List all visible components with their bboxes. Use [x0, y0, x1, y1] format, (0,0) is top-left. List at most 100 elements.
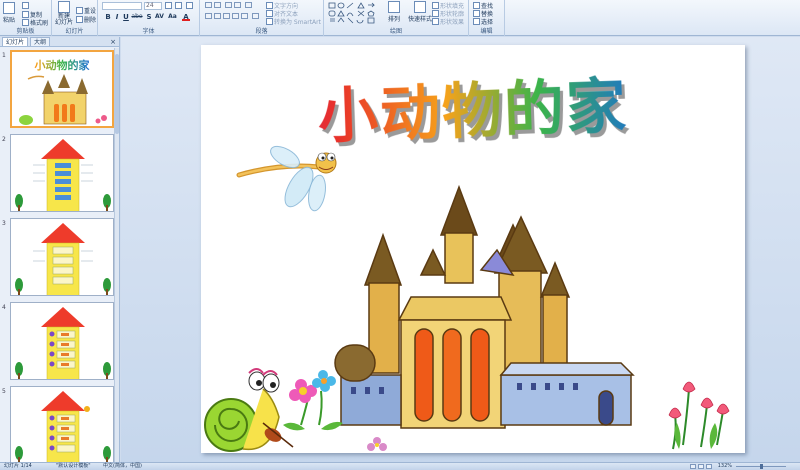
- effects-icon: [432, 18, 439, 25]
- slide-editing-area: 小动物的家: [121, 37, 800, 462]
- delete-icon: [76, 16, 83, 23]
- thumb-number: 2: [2, 136, 6, 143]
- font-color-button[interactable]: A: [182, 13, 190, 21]
- bold-button[interactable]: B: [104, 13, 112, 21]
- shrink-font-button[interactable]: [175, 2, 182, 9]
- view-buttons: [690, 464, 712, 469]
- grow-font-icon: [165, 2, 172, 9]
- new-slide-icon: [58, 1, 70, 13]
- columns-icon[interactable]: [252, 13, 259, 19]
- slide-thumb-4[interactable]: [10, 302, 114, 380]
- new-slide-button[interactable]: 新建 幻灯片: [55, 1, 73, 26]
- paragraph-group-label: 段落: [255, 28, 268, 35]
- text-direction-icon: [266, 2, 273, 9]
- arrange-button[interactable]: 排列: [388, 1, 400, 23]
- ribbon: 粘贴 复制 格式刷 剪贴板 新建 幻灯片 重设 删除 幻灯片 24 B I U: [0, 0, 800, 36]
- close-icon[interactable]: ×: [110, 38, 116, 46]
- font-group-label: 字体: [142, 28, 155, 35]
- thumb-number: 5: [2, 388, 6, 395]
- slides-panel: 幻灯片 大纲 × 1 小动物的家 2 3 4 5: [0, 37, 120, 462]
- shadow-button[interactable]: S: [145, 13, 153, 21]
- distribute-icon[interactable]: [241, 13, 248, 19]
- zoom-level[interactable]: 132%: [718, 463, 732, 470]
- underline-button[interactable]: U: [122, 13, 130, 21]
- theme-name: "默认设计模板": [56, 463, 91, 469]
- quick-styles-button[interactable]: 快速样式: [408, 1, 432, 23]
- slide-thumbnails: 1 小动物的家 2 3 4 5: [0, 48, 120, 462]
- status-bar: 幻灯片 1/14 "默认设计模板" 中文(简体，中国) 132%: [0, 462, 800, 470]
- font-size-combo[interactable]: 24: [144, 2, 162, 10]
- align-center-icon[interactable]: [214, 13, 221, 19]
- font-group: 24 B I U abe S AV Aa A 字体: [98, 0, 200, 36]
- shrink-font-icon: [175, 2, 182, 9]
- decrease-indent-icon[interactable]: [225, 2, 232, 8]
- slide-illustration: [204, 145, 730, 452]
- slideshow-button[interactable]: [706, 464, 712, 469]
- scissors-icon: [22, 2, 29, 9]
- strikethrough-button[interactable]: abe: [131, 13, 143, 21]
- font-name-combo[interactable]: [102, 2, 142, 10]
- house-animals-thumb-illustration: [15, 307, 111, 379]
- align-text-icon: [266, 10, 273, 17]
- slide-thumb-1[interactable]: 小动物的家: [10, 50, 114, 128]
- zoom-slider-knob[interactable]: [760, 464, 763, 469]
- quick-styles-icon: [414, 1, 426, 13]
- thumb-number: 3: [2, 220, 6, 227]
- change-case-button[interactable]: Aa: [167, 13, 178, 21]
- slide-sorter-button[interactable]: [698, 464, 704, 469]
- shape-effects-button[interactable]: 形状效果: [432, 17, 464, 26]
- castle-thumb-illustration: [19, 74, 107, 125]
- eraser-icon: [186, 2, 193, 9]
- slides-group-label: 幻灯片: [65, 28, 84, 35]
- house-animals-thumb-illustration-2: [15, 391, 111, 462]
- convert-smartart-button[interactable]: 转换为 SmartArt: [266, 17, 321, 26]
- increase-indent-icon[interactable]: [234, 2, 241, 8]
- line-spacing-icon[interactable]: [245, 2, 252, 8]
- clipboard-group: 粘贴 复制 格式刷 剪贴板: [0, 0, 52, 36]
- tulips-illustration: [668, 381, 730, 450]
- thumbnails-scrollbar[interactable]: [114, 48, 119, 462]
- replace-icon: [473, 10, 480, 17]
- clear-format-button[interactable]: [186, 2, 193, 9]
- tab-slides[interactable]: 幻灯片: [2, 37, 29, 46]
- shapes-gallery-icon[interactable]: [328, 2, 384, 24]
- paste-button[interactable]: 粘贴: [3, 2, 15, 24]
- normal-view-button[interactable]: [690, 464, 696, 469]
- scrollbar-thumb[interactable]: [115, 54, 119, 134]
- zoom-slider[interactable]: [736, 464, 786, 469]
- numbering-icon[interactable]: [214, 2, 221, 8]
- reset-icon: [76, 7, 83, 14]
- editing-group-label: 编辑: [480, 28, 493, 35]
- drawing-group-label: 绘图: [389, 28, 402, 35]
- italic-button[interactable]: I: [113, 13, 121, 21]
- slide-thumb-2[interactable]: [10, 134, 114, 212]
- select-button[interactable]: 选择: [473, 17, 493, 26]
- align-left-icon[interactable]: [205, 13, 212, 19]
- align-right-icon[interactable]: [223, 13, 230, 19]
- slide-thumb-5[interactable]: [10, 386, 114, 462]
- castle-illustration: [334, 184, 635, 429]
- house-empty-thumb-illustration: [15, 223, 111, 295]
- reset-slide-button[interactable]: 重设: [76, 6, 96, 15]
- paragraph-group: 文字方向 对齐文本 转换为 SmartArt 段落: [200, 0, 324, 36]
- delete-slide-button[interactable]: 删除: [76, 15, 96, 24]
- slide-thumb-3[interactable]: [10, 218, 114, 296]
- bullets-icon[interactable]: [205, 2, 212, 8]
- tab-outline[interactable]: 大纲: [30, 37, 51, 46]
- fill-icon: [432, 2, 439, 9]
- justify-icon[interactable]: [232, 13, 239, 19]
- thumb-number: 1: [2, 52, 6, 59]
- char-spacing-button[interactable]: AV: [154, 13, 165, 21]
- copy-icon: [22, 11, 29, 18]
- dragonfly-illustration: [236, 145, 337, 212]
- brush-icon: [22, 19, 29, 26]
- smartart-icon: [266, 18, 273, 25]
- cut-button[interactable]: [22, 2, 29, 9]
- snail-illustration: [204, 368, 294, 452]
- panel-tabs: 幻灯片 大纲 ×: [0, 37, 119, 47]
- current-slide[interactable]: 小动物的家: [201, 45, 745, 453]
- language-indicator[interactable]: 中文(简体，中国): [103, 463, 142, 470]
- outline-icon: [432, 10, 439, 17]
- grow-font-button[interactable]: [165, 2, 172, 9]
- drawing-group: 排列 快速样式 形状填充 形状轮廓 形状效果 绘图: [324, 0, 469, 36]
